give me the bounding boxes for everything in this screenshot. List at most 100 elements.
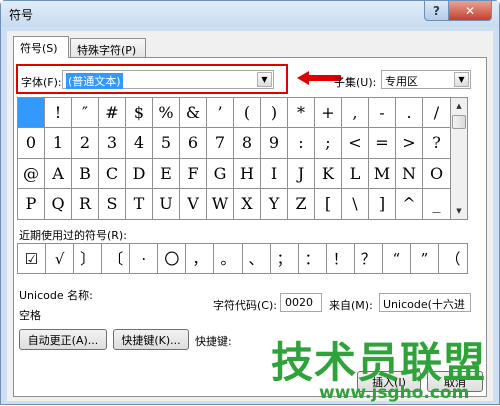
symbol-cell[interactable]: N xyxy=(396,158,423,189)
recent-symbol-cell[interactable]: 〕 xyxy=(74,244,103,273)
scroll-up-icon[interactable]: ▲ xyxy=(451,98,467,114)
symbol-cell[interactable]: X xyxy=(234,188,261,219)
symbol-cell[interactable]: O xyxy=(423,159,450,189)
recent-symbol-cell[interactable]: 〇 xyxy=(158,244,187,273)
symbol-cell[interactable]: > xyxy=(396,128,423,159)
symbol-cell[interactable]: 8 xyxy=(234,128,261,159)
symbol-cell[interactable]: E xyxy=(153,158,180,189)
subset-label: 子集(U): xyxy=(334,76,377,89)
tab-symbols[interactable]: 符号(S) xyxy=(13,36,69,58)
symbol-cell[interactable]: V xyxy=(180,188,207,219)
recent-symbol-cell[interactable]: ！ xyxy=(327,244,355,273)
symbol-cell[interactable]: : xyxy=(288,128,315,159)
symbol-cell[interactable]: 9 xyxy=(261,128,288,159)
symbol-cell[interactable]: W xyxy=(207,188,234,219)
scrollbar-thumb[interactable] xyxy=(452,115,466,129)
recent-symbol-cell[interactable]: ， xyxy=(186,244,215,273)
symbol-cell[interactable]: ( xyxy=(234,98,261,129)
recent-symbol-cell[interactable]: ？ xyxy=(355,244,383,273)
symbol-cell[interactable]: & xyxy=(180,98,207,129)
symbol-cell[interactable]: ? xyxy=(423,128,450,159)
symbol-cell[interactable]: ) xyxy=(261,98,288,129)
symbol-cell[interactable]: 4 xyxy=(126,128,153,159)
chevron-down-icon[interactable]: ▼ xyxy=(454,72,469,87)
symbol-cell[interactable] xyxy=(18,98,45,129)
symbol-cell[interactable]: _ xyxy=(423,189,450,219)
recent-symbol-cell[interactable]: ” xyxy=(411,244,439,273)
symbol-cell[interactable]: = xyxy=(369,128,396,159)
symbol-cell[interactable]: A xyxy=(45,158,72,189)
char-code-input[interactable]: 0020 xyxy=(280,293,322,312)
recent-symbol-cell[interactable]: √ xyxy=(46,244,75,273)
symbol-cell[interactable]: $ xyxy=(126,98,153,129)
symbol-cell[interactable]: / xyxy=(423,98,450,129)
symbol-cell[interactable]: - xyxy=(369,98,396,129)
symbol-cell[interactable]: 1 xyxy=(45,128,72,159)
symbol-cell[interactable]: 5 xyxy=(153,128,180,159)
shortcut-key-button[interactable]: 快捷键(K)... xyxy=(113,329,189,350)
symbol-cell[interactable]: ] xyxy=(369,188,396,219)
symbol-cell[interactable]: 7 xyxy=(207,128,234,159)
symbol-cell[interactable]: [ xyxy=(315,188,342,219)
symbol-cell[interactable]: . xyxy=(396,98,423,129)
recent-symbol-cell[interactable]: 。 xyxy=(214,244,243,273)
symbol-cell[interactable]: C xyxy=(99,158,126,189)
symbol-cell[interactable]: J xyxy=(288,158,315,189)
symbol-cell[interactable]: 0 xyxy=(18,128,45,159)
recent-symbol-cell[interactable]: ☑ xyxy=(18,244,47,273)
close-button[interactable]: ✕ xyxy=(448,1,492,21)
symbol-cell[interactable]: D xyxy=(126,158,153,189)
recent-symbol-cell[interactable]: （ xyxy=(439,244,467,273)
autocorrect-button[interactable]: 自动更正(A)... xyxy=(19,329,107,350)
symbol-cell[interactable]: % xyxy=(153,98,180,129)
symbol-cell[interactable]: Z xyxy=(288,188,315,219)
symbol-cell[interactable]: + xyxy=(315,98,342,129)
symbol-grid-scrollbar[interactable]: ▲ ▼ xyxy=(451,97,468,220)
symbol-cell[interactable]: P xyxy=(18,188,45,219)
symbol-cell[interactable]: 6 xyxy=(180,128,207,159)
recent-symbol-cell[interactable]: ； xyxy=(271,244,299,273)
from-select[interactable]: Unicode(十六进 xyxy=(379,293,471,312)
symbol-cell[interactable]: T xyxy=(126,188,153,219)
symbol-cell[interactable]: L xyxy=(342,158,369,189)
symbol-cell[interactable]: < xyxy=(342,128,369,159)
symbol-grid: ! ″ # $% &’() * +, -./ 0 1 2 3 4 5 6 7 8 9:; < = >? @ A B C D E F G H… xyxy=(17,97,451,220)
symbol-cell[interactable]: ; xyxy=(315,128,342,159)
symbol-cell[interactable]: * xyxy=(288,98,315,129)
symbol-cell[interactable]: 3 xyxy=(99,128,126,159)
symbol-cell[interactable]: ″ xyxy=(72,98,99,129)
symbol-cell[interactable]: ^ xyxy=(396,188,423,219)
symbol-cell[interactable]: # xyxy=(99,98,126,129)
recent-symbol-cell[interactable]: 、 xyxy=(243,244,271,273)
symbol-cell[interactable]: \ xyxy=(342,188,369,219)
unicode-name-value: 空格 xyxy=(19,309,41,322)
symbol-cell[interactable]: B xyxy=(72,158,99,189)
symbol-cell[interactable]: 2 xyxy=(72,128,99,159)
symbol-cell[interactable]: F xyxy=(180,158,207,189)
symbol-cell[interactable]: @ xyxy=(18,158,45,189)
symbol-cell[interactable]: ’ xyxy=(207,98,234,129)
shortcut-label: 快捷键: xyxy=(195,335,232,348)
help-button[interactable]: ? xyxy=(424,1,449,21)
symbol-cell[interactable]: H xyxy=(234,158,261,189)
symbol-cell[interactable]: I xyxy=(261,158,288,189)
recent-symbols: ☑ √ 〕〔 · 〇，。、；：！？ “” （ xyxy=(17,243,468,274)
symbol-cell[interactable]: Y xyxy=(261,188,288,219)
symbol-cell[interactable]: ! xyxy=(45,98,72,129)
symbol-cell[interactable]: Q xyxy=(45,188,72,219)
symbol-cell[interactable]: , xyxy=(342,98,369,129)
recent-symbol-cell[interactable]: “ xyxy=(383,244,411,273)
symbol-cell[interactable]: K xyxy=(315,158,342,189)
subset-select[interactable]: 专用区 ▼ xyxy=(381,70,471,89)
symbol-cell[interactable]: S xyxy=(99,188,126,219)
symbol-cell[interactable]: M xyxy=(369,158,396,189)
watermark-text: 技术员联盟 xyxy=(271,338,487,387)
symbol-cell[interactable]: R xyxy=(72,188,99,219)
symbol-cell[interactable]: G xyxy=(207,158,234,189)
recent-symbol-cell[interactable]: 〔 xyxy=(102,244,131,273)
scroll-down-icon[interactable]: ▼ xyxy=(451,203,467,219)
tab-special-characters[interactable]: 特殊字符(P) xyxy=(70,38,146,58)
symbol-cell[interactable]: U xyxy=(153,188,180,219)
recent-symbol-cell[interactable]: · xyxy=(130,244,159,273)
recent-symbol-cell[interactable]: ： xyxy=(299,244,327,273)
